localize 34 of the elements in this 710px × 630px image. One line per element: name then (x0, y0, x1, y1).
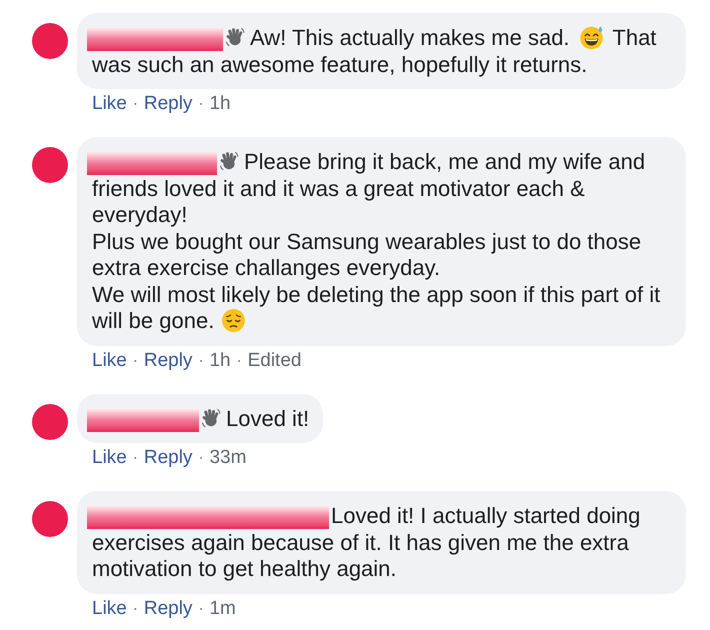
separator-dot: · (198, 448, 204, 468)
separator-dot: · (236, 350, 242, 370)
separator-dot: · (132, 94, 138, 114)
comment-text: Plus we bought our Samsung wearables just to do those extra exercise challanges everyday. (92, 228, 642, 282)
action-link[interactable]: Reply (144, 596, 192, 620)
action-link[interactable]: Reply (144, 348, 192, 372)
comment-text: We will most likely be deleting the app soon if this part of it will be gone. (92, 282, 662, 334)
avatar[interactable] (32, 147, 68, 183)
separator-dot: · (198, 350, 204, 370)
action-link[interactable]: Like (92, 348, 127, 372)
separator-dot: · (198, 598, 204, 618)
comment-text: Please bring it back, me and my wife and friends loved it and it was a great motivator each & everyday! (92, 149, 672, 228)
separator-dot: · (132, 350, 138, 370)
separator-dot: · (198, 94, 204, 114)
comment-text: Loved it! (92, 406, 310, 432)
pensive-face-emoji-icon (221, 308, 246, 333)
timestamp[interactable]: 1m (209, 596, 236, 620)
edited-label[interactable]: Edited (248, 348, 302, 372)
action-link[interactable]: Reply (144, 92, 192, 116)
comment-text: Loved it! I actually started doing exercises again because of it. It has given me the extra motivation to get healthy again. (92, 503, 672, 582)
action-link[interactable]: Like (92, 92, 127, 116)
separator-dot: · (132, 598, 138, 618)
timestamp[interactable]: 1h (209, 348, 231, 372)
action-link[interactable]: Like (92, 446, 127, 470)
avatar[interactable] (32, 23, 68, 59)
action-link[interactable]: Reply (144, 446, 192, 470)
timestamp[interactable]: 1h (209, 92, 231, 116)
timestamp[interactable]: 33m (209, 446, 246, 470)
grinning-sweat-emoji-icon (578, 25, 604, 50)
comment-text: Aw! This actually makes me sad. That was such an awesome feature, hopefully it returns. (92, 25, 672, 78)
separator-dot: · (132, 448, 138, 468)
avatar[interactable] (32, 501, 68, 537)
avatar[interactable] (32, 404, 68, 440)
action-link[interactable]: Like (92, 596, 127, 620)
